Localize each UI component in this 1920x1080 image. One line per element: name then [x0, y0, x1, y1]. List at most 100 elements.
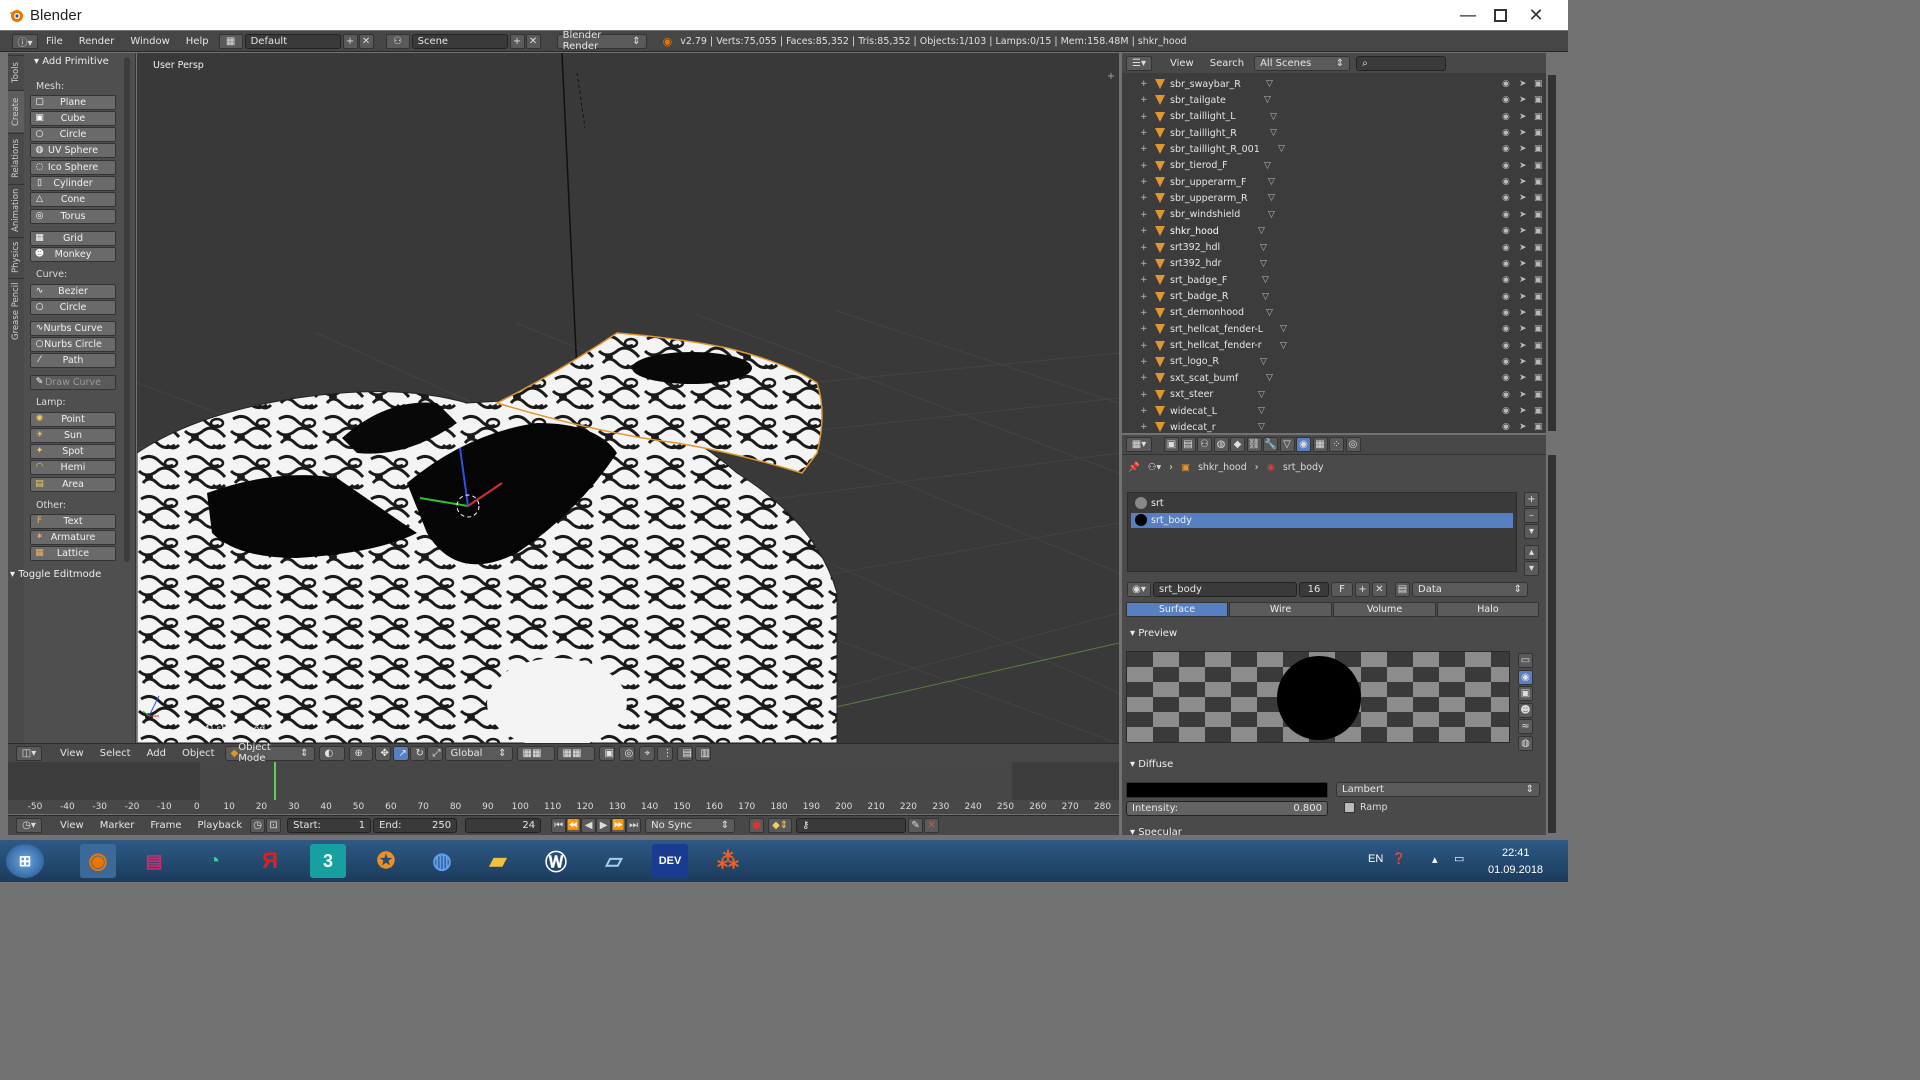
layers-grid[interactable]: ▦▦: [516, 745, 555, 761]
remove-screen-button[interactable]: ✕: [358, 33, 374, 49]
close-button[interactable]: ✕: [1518, 0, 1554, 30]
material-slot-list[interactable]: srt srt_body: [1127, 492, 1517, 572]
viewport-plus-icon[interactable]: +: [1107, 71, 1115, 82]
expand-icon[interactable]: +: [1140, 373, 1148, 383]
screen-layout-icon[interactable]: ▦: [218, 33, 243, 49]
add-primitive-panel-header[interactable]: ▾ Add Primitive: [34, 56, 109, 67]
outliner-item[interactable]: + sbr_windshield ▽ ◉ ➤ ▣: [1122, 207, 1546, 223]
snap-element-dropdown[interactable]: ⋮: [656, 745, 673, 761]
editor-type-button[interactable]: ⓘ▾: [12, 33, 38, 49]
material-users-count[interactable]: 16: [1299, 582, 1329, 597]
renderable-camera-icon[interactable]: ▣: [1534, 357, 1543, 367]
keying-set-field[interactable]: ⚷: [796, 818, 907, 833]
preview-panel-header[interactable]: ▾ Preview: [1130, 628, 1177, 639]
pin-icon[interactable]: 📌: [1128, 462, 1140, 473]
renderable-camera-icon[interactable]: ▣: [1534, 341, 1543, 351]
visibility-eye-icon[interactable]: ◉: [1502, 259, 1510, 269]
diffuse-panel-header[interactable]: ▾ Diffuse: [1130, 759, 1173, 770]
viewport-menu-add[interactable]: Add: [139, 748, 174, 759]
outliner-item[interactable]: + srt_hellcat_fender-r ▽ ◉ ➤ ▣: [1122, 338, 1546, 354]
outliner-item[interactable]: + srt_badge_F ▽ ◉ ➤ ▣: [1122, 272, 1546, 288]
tab-physics[interactable]: Physics: [8, 237, 24, 277]
add-bezier-button[interactable]: ∿ Bezier: [30, 284, 116, 299]
expand-icon[interactable]: +: [1140, 226, 1148, 236]
taskbar-devcpp[interactable]: DEV: [652, 844, 688, 878]
expand-icon[interactable]: +: [1140, 243, 1148, 253]
add-torus-button[interactable]: ◎ Torus: [30, 209, 116, 224]
record-button[interactable]: ●: [749, 818, 765, 833]
add-circle-button[interactable]: ○ Circle: [30, 127, 116, 142]
outliner-item[interactable]: + widecat_L ▽ ◉ ➤ ▣: [1122, 403, 1546, 419]
selectable-cursor-icon[interactable]: ➤: [1519, 422, 1527, 432]
add-area-lamp-button[interactable]: ▤ Area: [30, 477, 116, 492]
current-frame-field[interactable]: 24: [465, 818, 542, 833]
selectable-cursor-icon[interactable]: ➤: [1519, 144, 1527, 154]
scene-icon[interactable]: ⚇: [385, 33, 410, 49]
preview-shape-cube-button[interactable]: ▣: [1518, 686, 1533, 701]
add-ico-sphere-button[interactable]: ◌ Ico Sphere: [30, 160, 116, 175]
viewport-editor-type[interactable]: ◫▾: [16, 745, 42, 761]
opengl-render-button[interactable]: ▤: [676, 745, 693, 761]
selectable-cursor-icon[interactable]: ➤: [1519, 324, 1527, 334]
diffuse-color-swatch[interactable]: [1126, 782, 1328, 798]
properties-tab-constraints[interactable]: ⛓: [1246, 437, 1262, 452]
visibility-eye-icon[interactable]: ◉: [1502, 341, 1510, 351]
draw-curve-button[interactable]: ✎ Draw Curve: [30, 375, 116, 390]
menu-window[interactable]: Window: [122, 36, 177, 47]
expand-icon[interactable]: +: [1140, 144, 1148, 154]
renderable-camera-icon[interactable]: ▣: [1534, 226, 1543, 236]
menu-help[interactable]: Help: [178, 36, 217, 47]
outliner-item[interactable]: + srt_badge_R ▽ ◉ ➤ ▣: [1122, 289, 1546, 305]
add-cylinder-button[interactable]: ▯ Cylinder: [30, 176, 116, 191]
preview-shape-monkey-button[interactable]: ☻: [1518, 702, 1533, 718]
outliner-menu-view[interactable]: View: [1162, 58, 1202, 69]
expand-icon[interactable]: +: [1140, 292, 1148, 302]
preview-shape-sky-button[interactable]: ◍: [1518, 735, 1533, 751]
visibility-eye-icon[interactable]: ◉: [1502, 226, 1510, 236]
visibility-eye-icon[interactable]: ◉: [1502, 324, 1510, 334]
properties-tab-scene[interactable]: ⚇: [1197, 437, 1212, 452]
unlink-material-button[interactable]: ✕: [1372, 582, 1387, 597]
expand-icon[interactable]: +: [1140, 79, 1148, 89]
properties-tab-particles[interactable]: ⁘: [1329, 437, 1344, 452]
outliner-search-input[interactable]: ⌕: [1356, 55, 1447, 71]
visibility-eye-icon[interactable]: ◉: [1502, 422, 1510, 432]
renderable-camera-icon[interactable]: ▣: [1534, 292, 1543, 302]
timeline-menu-frame[interactable]: Frame: [142, 820, 189, 831]
renderable-camera-icon[interactable]: ▣: [1534, 95, 1543, 105]
network-icon[interactable]: ▭: [1454, 852, 1464, 865]
menu-render[interactable]: Render: [71, 36, 123, 47]
jump-keyframe-back-button[interactable]: ⏪: [566, 818, 582, 833]
add-hemi-lamp-button[interactable]: ◠ Hemi: [30, 460, 116, 475]
expand-icon[interactable]: +: [1140, 128, 1148, 138]
taskbar-word-app[interactable]: Ⓦ: [538, 844, 574, 878]
renderable-camera-icon[interactable]: ▣: [1534, 193, 1543, 203]
timeline-menu-playback[interactable]: Playback: [189, 820, 250, 831]
translate-toggle[interactable]: ↗: [392, 745, 409, 761]
selectable-cursor-icon[interactable]: ➤: [1519, 226, 1527, 236]
expand-icon[interactable]: +: [1140, 112, 1148, 122]
lock-range-toggle[interactable]: ⊡: [266, 818, 282, 833]
visibility-eye-icon[interactable]: ◉: [1502, 390, 1510, 400]
renderable-camera-icon[interactable]: ▣: [1534, 275, 1543, 285]
add-grid-button[interactable]: ▦ Grid: [30, 231, 116, 246]
viewport-menu-select[interactable]: Select: [92, 748, 139, 759]
renderable-camera-icon[interactable]: ▣: [1534, 390, 1543, 400]
properties-tab-world[interactable]: ◍: [1213, 437, 1229, 452]
taskbar-speedometer[interactable]: ◔: [196, 844, 232, 878]
properties-tab-physics[interactable]: ◎: [1345, 437, 1361, 452]
tab-surface[interactable]: Surface: [1126, 602, 1228, 617]
mode-dropdown[interactable]: ◆ Object Mode ⇕: [224, 742, 315, 764]
tray-expand-icon[interactable]: ▴: [1432, 853, 1438, 866]
sync-dropdown[interactable]: No Sync ⇕: [645, 818, 736, 833]
layers-grid-2[interactable]: ▦▦: [556, 745, 595, 761]
tab-halo[interactable]: Halo: [1437, 602, 1539, 617]
outliner-item[interactable]: + sbr_taillight_R ▽ ◉ ➤ ▣: [1122, 125, 1546, 141]
expand-icon[interactable]: +: [1140, 324, 1148, 334]
properties-tab-material[interactable]: ◉: [1296, 437, 1311, 452]
diffuse-intensity-slider[interactable]: Intensity: 0.800: [1126, 801, 1328, 816]
timeline-menu-marker[interactable]: Marker: [92, 820, 143, 831]
expand-icon[interactable]: +: [1140, 422, 1148, 432]
taskbar-yandex[interactable]: Я: [252, 844, 288, 878]
add-spot-lamp-button[interactable]: ✦ Spot: [30, 444, 116, 459]
